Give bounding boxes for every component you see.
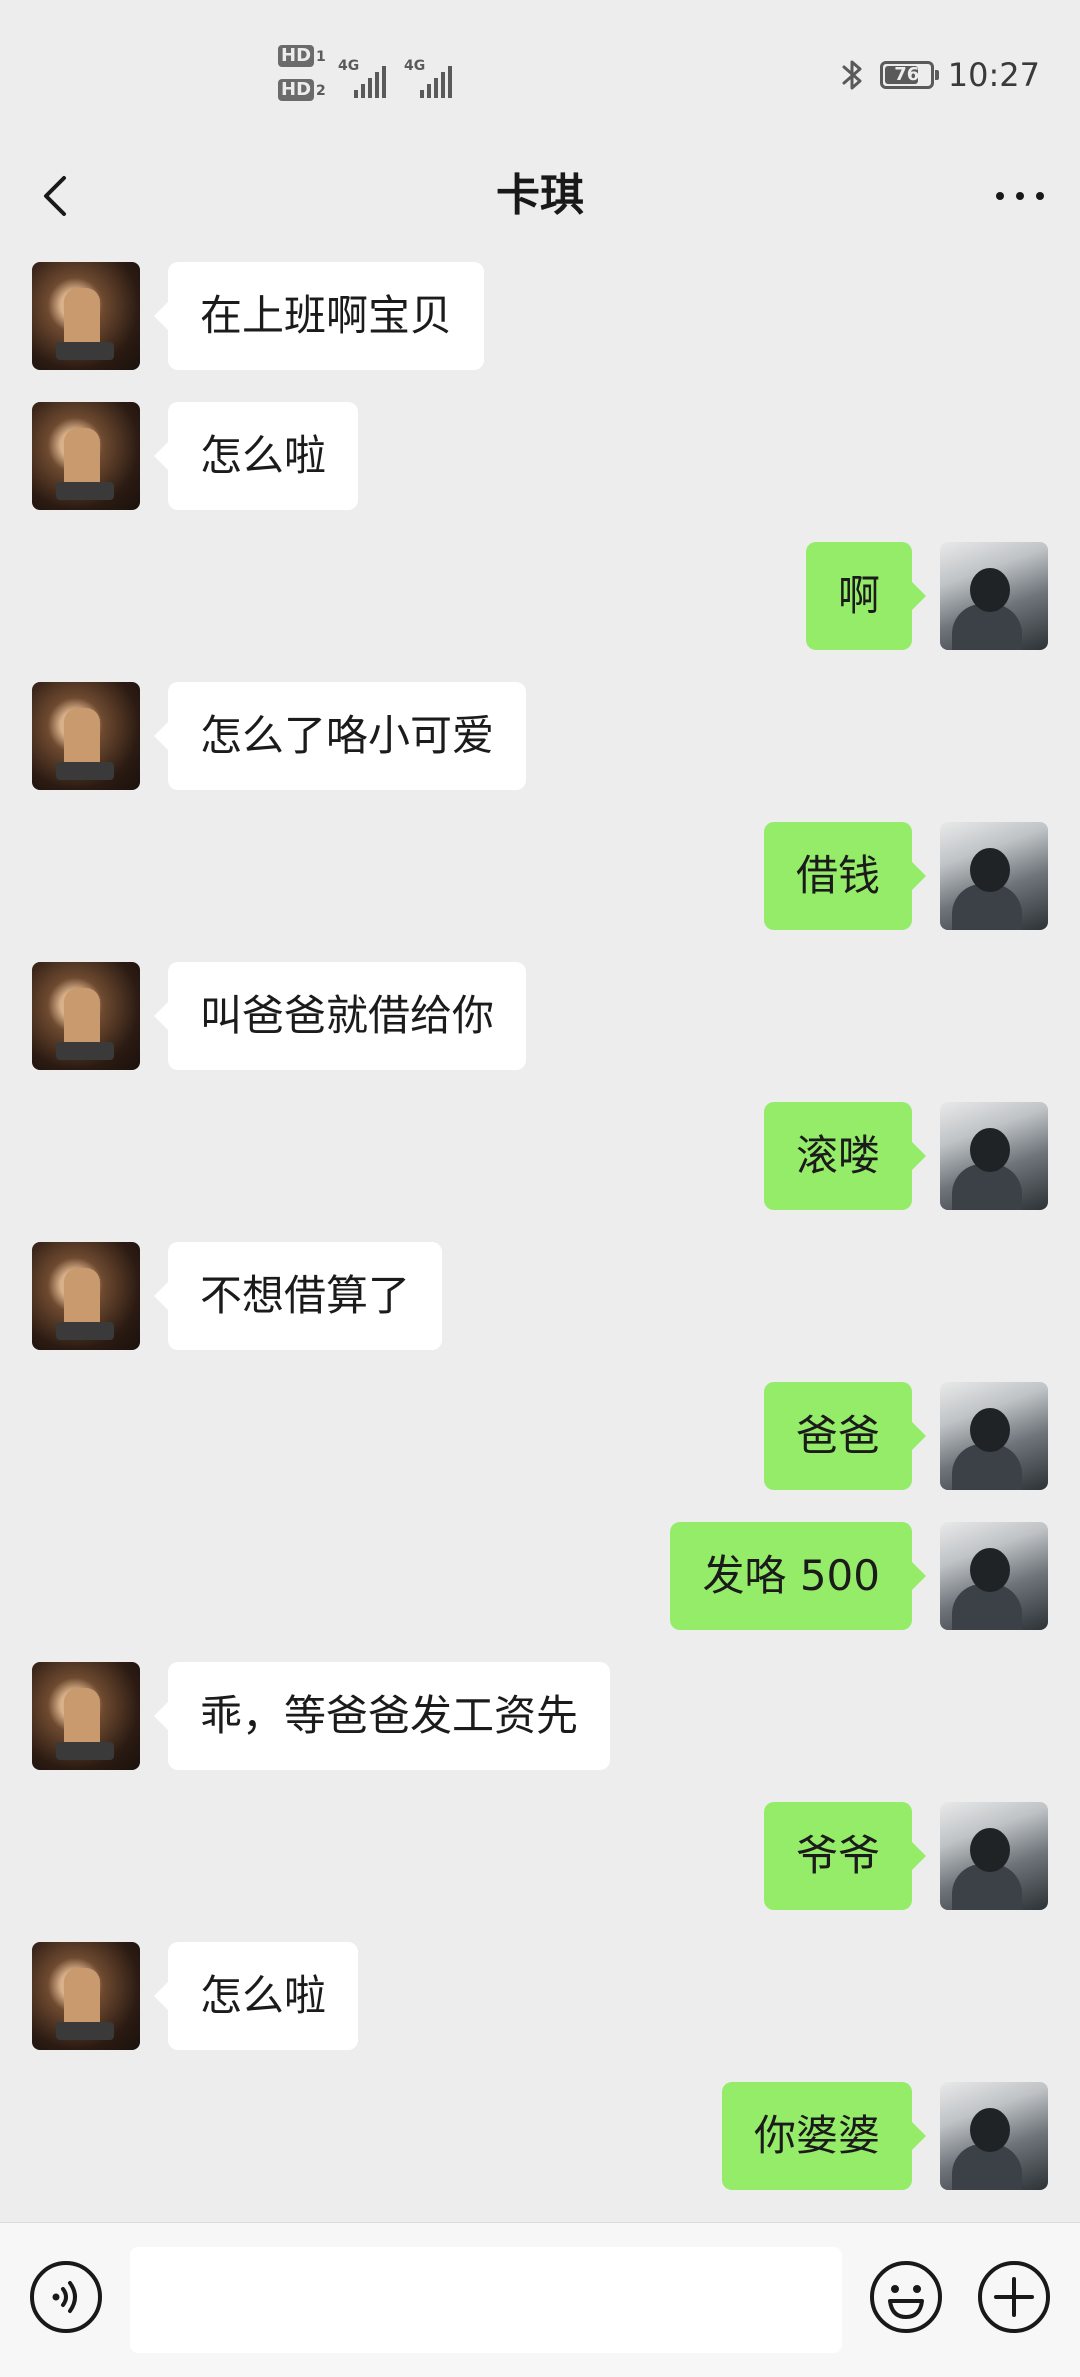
sent-message-bubble[interactable]: 爸爸 — [763, 1382, 927, 1490]
message-row: 爷爷 — [0, 1784, 1080, 1910]
received-message-bubble[interactable]: 在上班啊宝贝 — [153, 262, 485, 370]
battery-icon: 76 — [879, 61, 939, 89]
chat-header: 卡琪 — [0, 148, 1080, 244]
message-row: 不想借算了 — [0, 1224, 1080, 1350]
my-avatar[interactable] — [940, 822, 1048, 930]
message-row: 在上班啊宝贝 — [0, 244, 1080, 370]
received-message-bubble[interactable]: 怎么了咯小可爱 — [153, 682, 527, 790]
emoji-icon — [870, 2261, 942, 2333]
message-row: 发咯 500 — [0, 1504, 1080, 1630]
signal-icon-2: 4G — [404, 58, 464, 98]
chat-title: 卡琪 — [496, 170, 584, 221]
plus-icon — [978, 2261, 1050, 2333]
status-bar-right: 76 10:27 — [840, 52, 1040, 98]
status-bar-left: HD 1 HD 2 4G 4G — [278, 42, 468, 112]
sent-message-bubble[interactable]: 借钱 — [763, 822, 927, 930]
my-avatar[interactable] — [940, 542, 1048, 650]
message-input[interactable] — [130, 2247, 842, 2353]
my-avatar[interactable] — [940, 2082, 1048, 2190]
voice-button[interactable] — [28, 2259, 104, 2335]
battery-level: 76 — [894, 64, 920, 85]
contact-avatar[interactable] — [32, 1942, 140, 2050]
received-message-bubble[interactable]: 乖，等爸爸发工资先 — [153, 1662, 611, 1770]
received-message-bubble[interactable]: 怎么啦 — [153, 402, 359, 510]
bluetooth-icon — [842, 60, 862, 90]
sent-message-bubble[interactable]: 你婆婆 — [721, 2082, 927, 2190]
contact-avatar[interactable] — [32, 1662, 140, 1770]
contact-avatar[interactable] — [32, 1242, 140, 1350]
status-bar: HD 1 HD 2 4G 4G 76 10:27 — [0, 0, 1080, 148]
my-avatar[interactable] — [940, 1382, 1048, 1490]
sent-message-bubble[interactable]: 啊 — [805, 542, 927, 650]
clock: 10:27 — [947, 56, 1040, 94]
contact-avatar[interactable] — [32, 262, 140, 370]
more-button[interactable] — [990, 174, 1050, 218]
my-avatar[interactable] — [940, 1102, 1048, 1210]
sent-message-bubble[interactable]: 爷爷 — [763, 1802, 927, 1910]
message-list[interactable]: 在上班啊宝贝 怎么啦啊怎么了咯小可爱 借钱 叫爸爸就借给你 滚喽 不想借算了 爸爸 发咯 50… — [0, 244, 1080, 2220]
message-row: 啊 — [0, 524, 1080, 650]
emoji-button[interactable] — [868, 2259, 944, 2335]
sent-message-bubble[interactable]: 滚喽 — [763, 1102, 927, 1210]
message-row: 叫爸爸就借给你 — [0, 944, 1080, 1070]
message-row: 乖，等爸爸发工资先 — [0, 1644, 1080, 1770]
message-row: 怎么啦 — [0, 384, 1080, 510]
message-row: 你婆婆 — [0, 2064, 1080, 2190]
message-row: 借钱 — [0, 804, 1080, 930]
input-bar — [0, 2222, 1080, 2377]
hd-indicator-2: HD 2 — [278, 76, 326, 101]
message-row: 怎么了咯小可爱 — [0, 664, 1080, 790]
received-message-bubble[interactable]: 叫爸爸就借给你 — [153, 962, 527, 1070]
my-avatar[interactable] — [940, 1802, 1048, 1910]
more-horizontal-icon — [996, 192, 1044, 200]
sent-message-bubble[interactable]: 发咯 500 — [670, 1522, 926, 1630]
voice-icon — [30, 2261, 102, 2333]
received-message-bubble[interactable]: 不想借算了 — [153, 1242, 443, 1350]
contact-avatar[interactable] — [32, 682, 140, 790]
my-avatar[interactable] — [940, 1522, 1048, 1630]
signal-icon: 4G — [338, 58, 398, 98]
received-message-bubble[interactable]: 怎么啦 — [153, 1942, 359, 2050]
hd-indicator-1: HD 1 — [278, 42, 326, 67]
contact-avatar[interactable] — [32, 962, 140, 1070]
plus-button[interactable] — [976, 2259, 1052, 2335]
message-row: 爸爸 — [0, 1364, 1080, 1490]
message-row: 怎么啦 — [0, 1924, 1080, 2050]
message-row: 滚喽 — [0, 1084, 1080, 1210]
contact-avatar[interactable] — [32, 402, 140, 510]
